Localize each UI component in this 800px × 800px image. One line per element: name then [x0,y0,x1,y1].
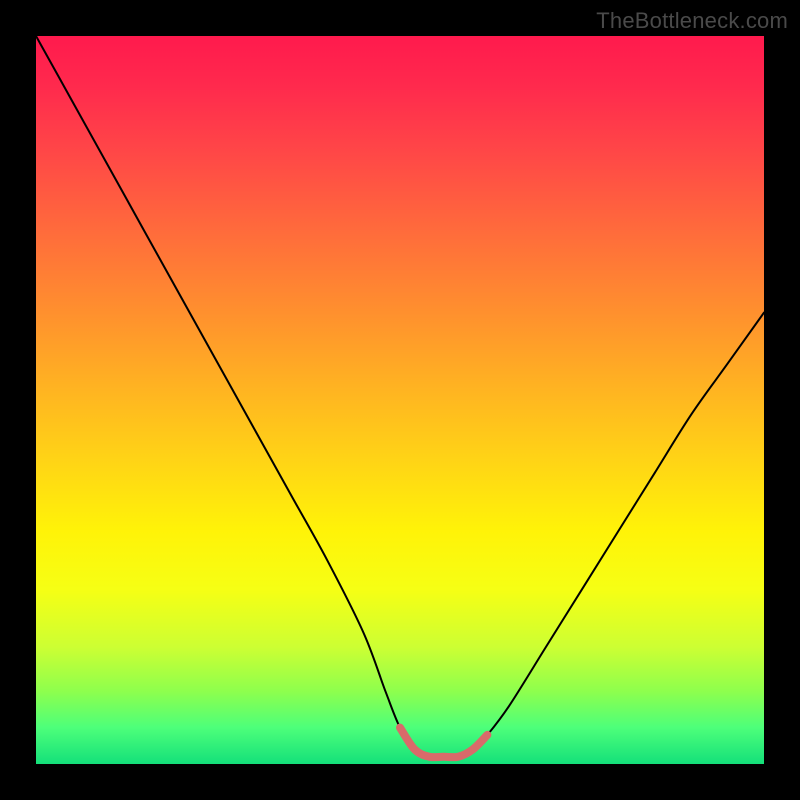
curve-svg [36,36,764,764]
chart-frame: TheBottleneck.com [0,0,800,800]
plot-area [36,36,764,764]
bottleneck-curve [36,36,764,757]
optimal-range-highlight [400,728,487,758]
watermark-text: TheBottleneck.com [596,8,788,34]
